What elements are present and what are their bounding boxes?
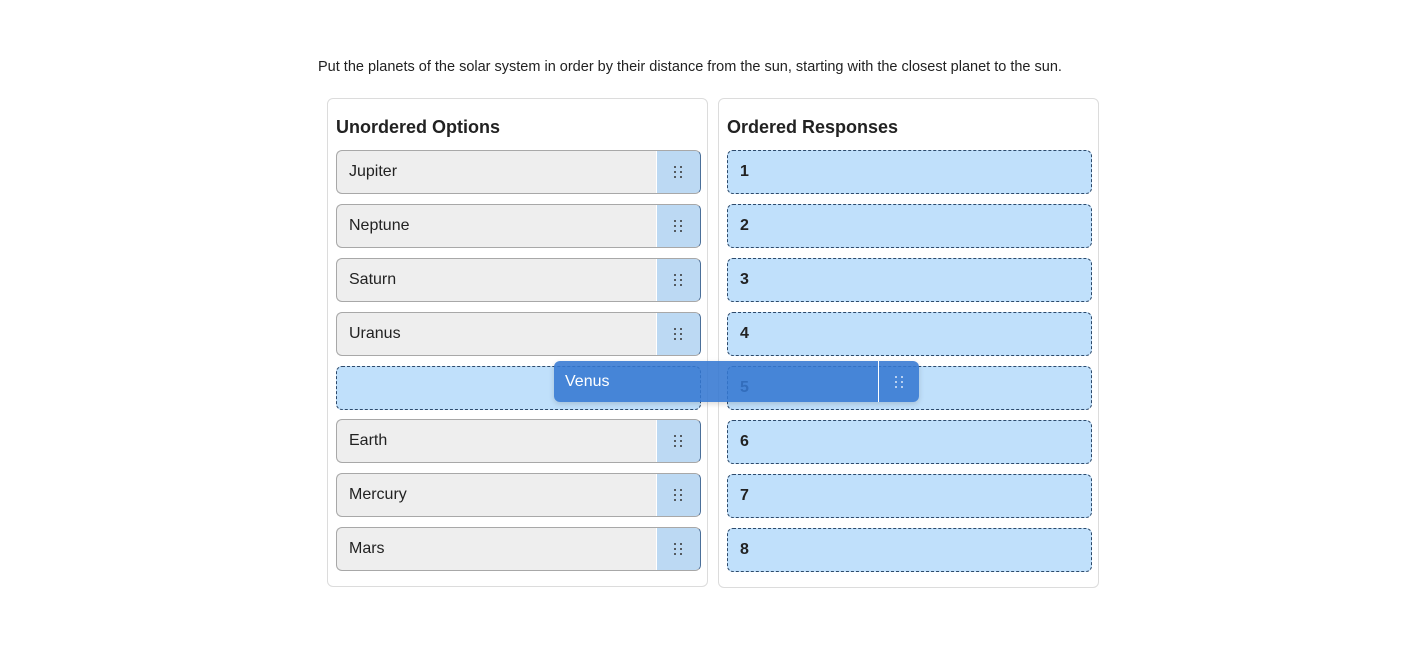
- response-slot[interactable]: 8: [727, 528, 1092, 572]
- option-label: Jupiter: [349, 163, 398, 180]
- response-slot[interactable]: 7: [727, 474, 1092, 518]
- option-item[interactable]: Uranus: [336, 312, 701, 356]
- drag-handle-icon[interactable]: [656, 313, 700, 355]
- drag-handle-icon[interactable]: [656, 474, 700, 516]
- response-slot[interactable]: 6: [727, 420, 1092, 464]
- dragging-option-label: Venus: [565, 372, 610, 390]
- dragging-option-item[interactable]: Venus: [554, 361, 919, 402]
- drag-handle-icon[interactable]: [656, 259, 700, 301]
- option-item[interactable]: Neptune: [336, 204, 701, 248]
- drag-handle-icon[interactable]: [656, 151, 700, 193]
- ordered-responses-panel: Ordered Responses 1 2 3 4 5 6 7 8: [718, 98, 1099, 588]
- drag-handle-icon[interactable]: [656, 205, 700, 247]
- option-item[interactable]: Jupiter: [336, 150, 701, 194]
- option-label: Saturn: [349, 271, 397, 288]
- response-slot[interactable]: 2: [727, 204, 1092, 248]
- response-slot[interactable]: 4: [727, 312, 1092, 356]
- option-label: Mars: [349, 540, 385, 557]
- drag-handle-icon[interactable]: [878, 361, 919, 402]
- response-slot[interactable]: 1: [727, 150, 1092, 194]
- option-item[interactable]: Earth: [336, 419, 701, 463]
- drag-handle-icon[interactable]: [656, 528, 700, 570]
- option-item[interactable]: Mercury: [336, 473, 701, 517]
- ordered-responses-title: Ordered Responses: [727, 117, 899, 137]
- option-label: Neptune: [349, 217, 410, 234]
- unordered-options-title: Unordered Options: [336, 117, 501, 137]
- option-item[interactable]: Mars: [336, 527, 701, 571]
- drag-handle-icon[interactable]: [656, 420, 700, 462]
- option-label: Mercury: [349, 486, 407, 503]
- option-label: Earth: [349, 432, 388, 449]
- response-slot[interactable]: 3: [727, 258, 1092, 302]
- option-item[interactable]: Saturn: [336, 258, 701, 302]
- question-prompt: Put the planets of the solar system in o…: [318, 59, 1062, 75]
- option-label: Uranus: [349, 325, 401, 342]
- unordered-options-panel: Unordered Options Jupiter Neptune Saturn…: [327, 98, 708, 587]
